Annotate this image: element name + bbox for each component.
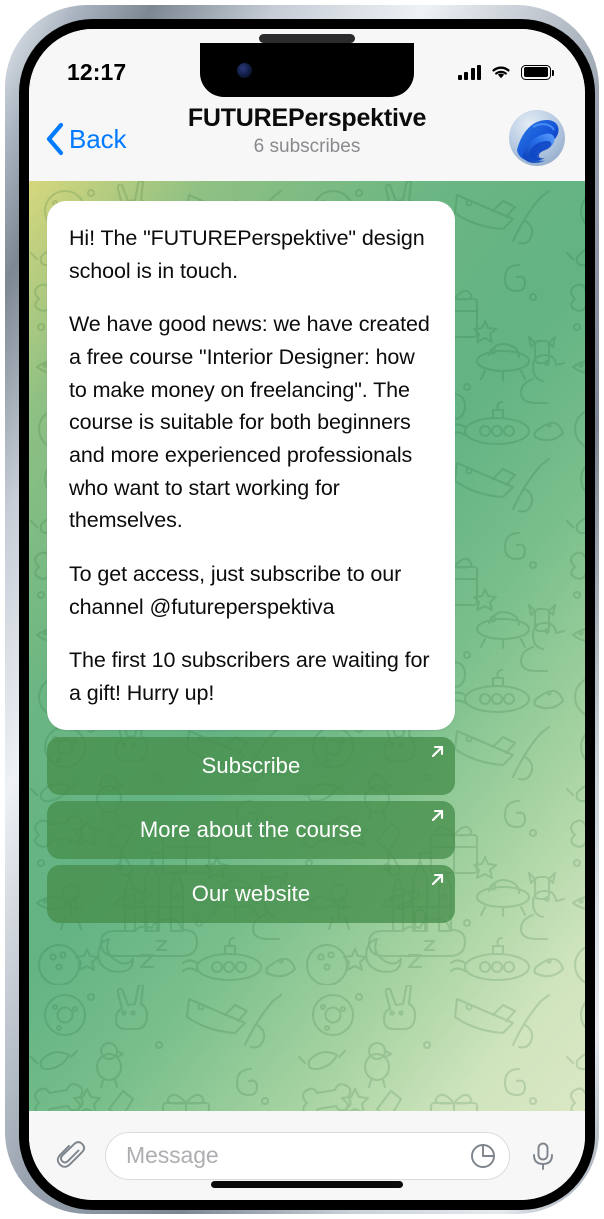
message-paragraph: To get access, just subscribe to our cha… — [69, 562, 402, 619]
external-link-arrow-icon — [429, 743, 446, 760]
inline-button-subscribe[interactable]: Subscribe — [47, 736, 455, 795]
message-paragraph: The first 10 subscribers are waiting for… — [69, 648, 430, 706]
battery-full-icon — [521, 64, 555, 80]
inline-button-more-about-the-course[interactable]: More about the course — [47, 800, 455, 859]
voice-record-button[interactable] — [524, 1137, 562, 1175]
chat-header-info[interactable]: FUTUREPerspektive 6 subscribes — [137, 103, 477, 158]
earpiece-speaker — [259, 34, 355, 43]
home-indicator[interactable] — [211, 1181, 403, 1188]
microphone-icon — [533, 1142, 553, 1170]
cellular-bars-icon — [457, 64, 481, 80]
chat-message-area[interactable]: Hi! The "FUTUREPerspektive" design schoo… — [29, 181, 585, 1111]
front-camera-icon — [237, 63, 252, 78]
page-title: FUTUREPerspektive — [187, 104, 427, 132]
message-paragraph: Hi! The "FUTUREPerspektive" design schoo… — [69, 226, 425, 283]
phone-screen: 12:17 Back FUTUREPerspektive 6 subscribe… — [29, 29, 585, 1200]
attach-button[interactable] — [53, 1137, 91, 1175]
inline-button-label: Our website — [191, 880, 311, 906]
back-button-label: Back — [69, 123, 127, 154]
message-bubble[interactable]: Hi! The "FUTUREPerspektive" design schoo… — [47, 201, 455, 730]
back-button[interactable]: Back — [45, 122, 127, 156]
phone-frame: 12:17 Back FUTUREPerspektive 6 subscribe… — [5, 5, 599, 1214]
inline-button-label: Subscribe — [201, 752, 301, 778]
avatar-image — [509, 110, 565, 166]
avatar[interactable] — [509, 110, 565, 166]
nav-bar: Back FUTUREPerspektive 6 subscribes — [29, 97, 585, 181]
phone-notch — [200, 34, 414, 97]
chevron-left-icon — [46, 122, 64, 156]
wifi-icon — [492, 66, 510, 79]
inline-button-label: More about the course — [139, 816, 363, 842]
screenshot-root: 12:17 Back FUTUREPerspektive 6 subscribe… — [0, 0, 604, 1219]
status-bar-indicators — [457, 64, 555, 80]
message-group: Hi! The "FUTUREPerspektive" design schoo… — [47, 201, 455, 923]
inline-keyboard: Subscribe More about the course Our webs… — [47, 736, 455, 923]
message-input-placeholder: Message — [126, 1142, 219, 1168]
status-bar-time: 12:17 — [67, 58, 127, 85]
sticker-icon — [471, 1143, 495, 1168]
external-link-arrow-icon — [429, 807, 446, 824]
message-paragraph: We have good news: we have created a fre… — [69, 312, 430, 533]
sticker-button[interactable] — [468, 1141, 498, 1171]
message-input-field[interactable]: Message — [105, 1131, 510, 1180]
external-link-arrow-icon — [429, 871, 446, 888]
subscriber-count: 6 subscribes — [253, 135, 361, 157]
paperclip-icon — [56, 1140, 86, 1168]
inline-button-our-website[interactable]: Our website — [47, 864, 455, 923]
